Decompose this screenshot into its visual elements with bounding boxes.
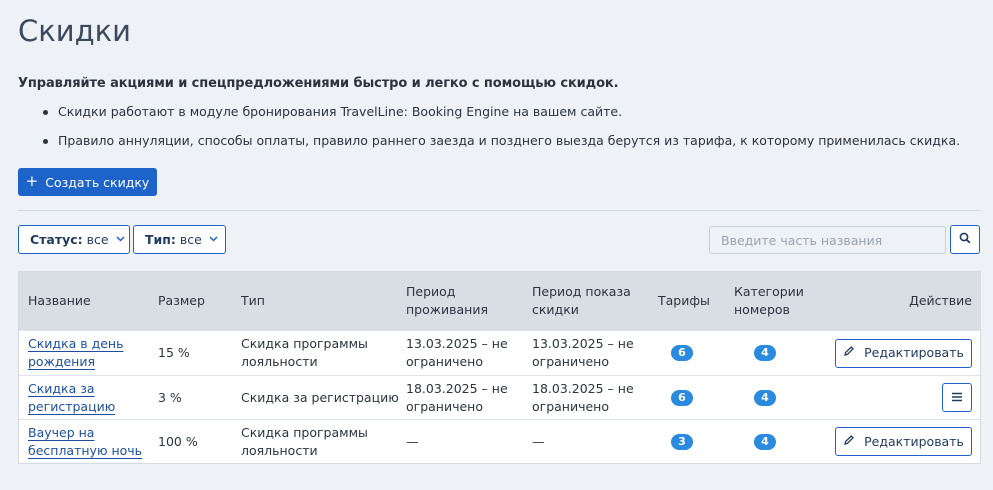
edit-button[interactable]: Редактировать — [835, 338, 972, 368]
discount-size: 3 % — [158, 389, 182, 405]
type-filter-label: Тип: — [145, 232, 176, 247]
info-item: Скидки работают в модуле бронирования Tr… — [40, 103, 960, 121]
edit-button-label: Редактировать — [864, 345, 964, 360]
discount-name-link[interactable]: Скидка в день рождения — [28, 335, 143, 371]
create-discount-button[interactable]: + Создать скидку — [18, 168, 157, 196]
column-header-name: Название — [28, 293, 91, 308]
column-header-tariffs: Тарифы — [658, 293, 710, 308]
type-filter-dropdown[interactable]: Тип: все — [133, 225, 226, 254]
search-icon — [959, 232, 971, 247]
show-period: — — [532, 433, 545, 449]
show-period: 13.03.2025 – не ограничено — [532, 336, 634, 369]
chevron-down-icon — [209, 234, 218, 245]
info-list: Скидки работают в модуле бронирования Tr… — [40, 103, 960, 161]
stay-period: 18.03.2025 – не ограничено — [406, 380, 508, 414]
search-input[interactable] — [709, 226, 946, 254]
column-header-room-categories: Категории номеров — [734, 284, 804, 317]
table-row: Скидка за регистрацию 3 % Скидка за реги… — [19, 375, 980, 419]
column-header-action: Действие — [909, 293, 972, 308]
table-row: Скидка в день рождения 15 % Скидка прогр… — [19, 330, 980, 375]
show-period: 18.03.2025 – не ограничено — [532, 380, 634, 414]
column-header-size: Размер — [158, 293, 205, 308]
discount-type: Скидка программы лояльности — [241, 424, 368, 458]
column-header-stay-period: Период проживания — [406, 284, 488, 317]
discount-size: 100 % — [158, 433, 198, 449]
page-title: Скидки — [18, 14, 132, 48]
pencil-icon — [843, 344, 855, 362]
room-categories-count-badge[interactable]: 4 — [754, 433, 776, 450]
edit-button[interactable]: Редактировать — [835, 427, 972, 456]
discounts-table: Название Размер Тип Период проживания Пе… — [18, 271, 981, 464]
tariffs-count-badge[interactable]: 6 — [671, 389, 693, 406]
divider — [18, 210, 980, 211]
room-categories-count-badge[interactable]: 4 — [754, 345, 776, 361]
type-filter-value: все — [179, 232, 202, 247]
table-row: Ваучер на бесплатную ночь 100 % Скидка п… — [19, 419, 980, 463]
stay-period: — — [406, 433, 419, 449]
chevron-down-icon — [116, 234, 125, 245]
search-button[interactable] — [950, 225, 980, 254]
plus-icon: + — [25, 171, 39, 190]
discount-type: Скидка программы лояльности — [241, 336, 368, 369]
discount-name-link[interactable]: Ваучер на бесплатную ночь — [28, 424, 148, 460]
menu-icon — [951, 389, 963, 407]
table-header: Название Размер Тип Период проживания Пе… — [19, 272, 980, 330]
pencil-icon — [843, 433, 855, 451]
status-filter-label: Статус: — [30, 232, 83, 247]
edit-button-label: Редактировать — [864, 433, 964, 449]
create-discount-label: Создать скидку — [45, 174, 150, 190]
column-header-show-period: Период показа скидки — [532, 284, 631, 317]
tariffs-count-badge[interactable]: 6 — [671, 345, 693, 361]
discount-size: 15 % — [158, 345, 190, 360]
row-menu-button[interactable] — [942, 383, 972, 412]
page-lead: Управляйте акциями и спецпредложениями б… — [18, 76, 619, 91]
tariffs-count-badge[interactable]: 3 — [671, 433, 693, 450]
stay-period: 13.03.2025 – не ограничено — [406, 336, 508, 369]
discount-type: Скидка за регистрацию — [241, 389, 399, 405]
status-filter-value: все — [86, 232, 109, 247]
info-item: Правило аннуляции, способы оплаты, прави… — [40, 132, 960, 150]
room-categories-count-badge[interactable]: 4 — [754, 389, 776, 406]
status-filter-dropdown[interactable]: Статус: все — [18, 225, 130, 254]
discount-name-link[interactable]: Скидка за регистрацию — [28, 380, 143, 416]
column-header-type: Тип — [241, 293, 265, 308]
